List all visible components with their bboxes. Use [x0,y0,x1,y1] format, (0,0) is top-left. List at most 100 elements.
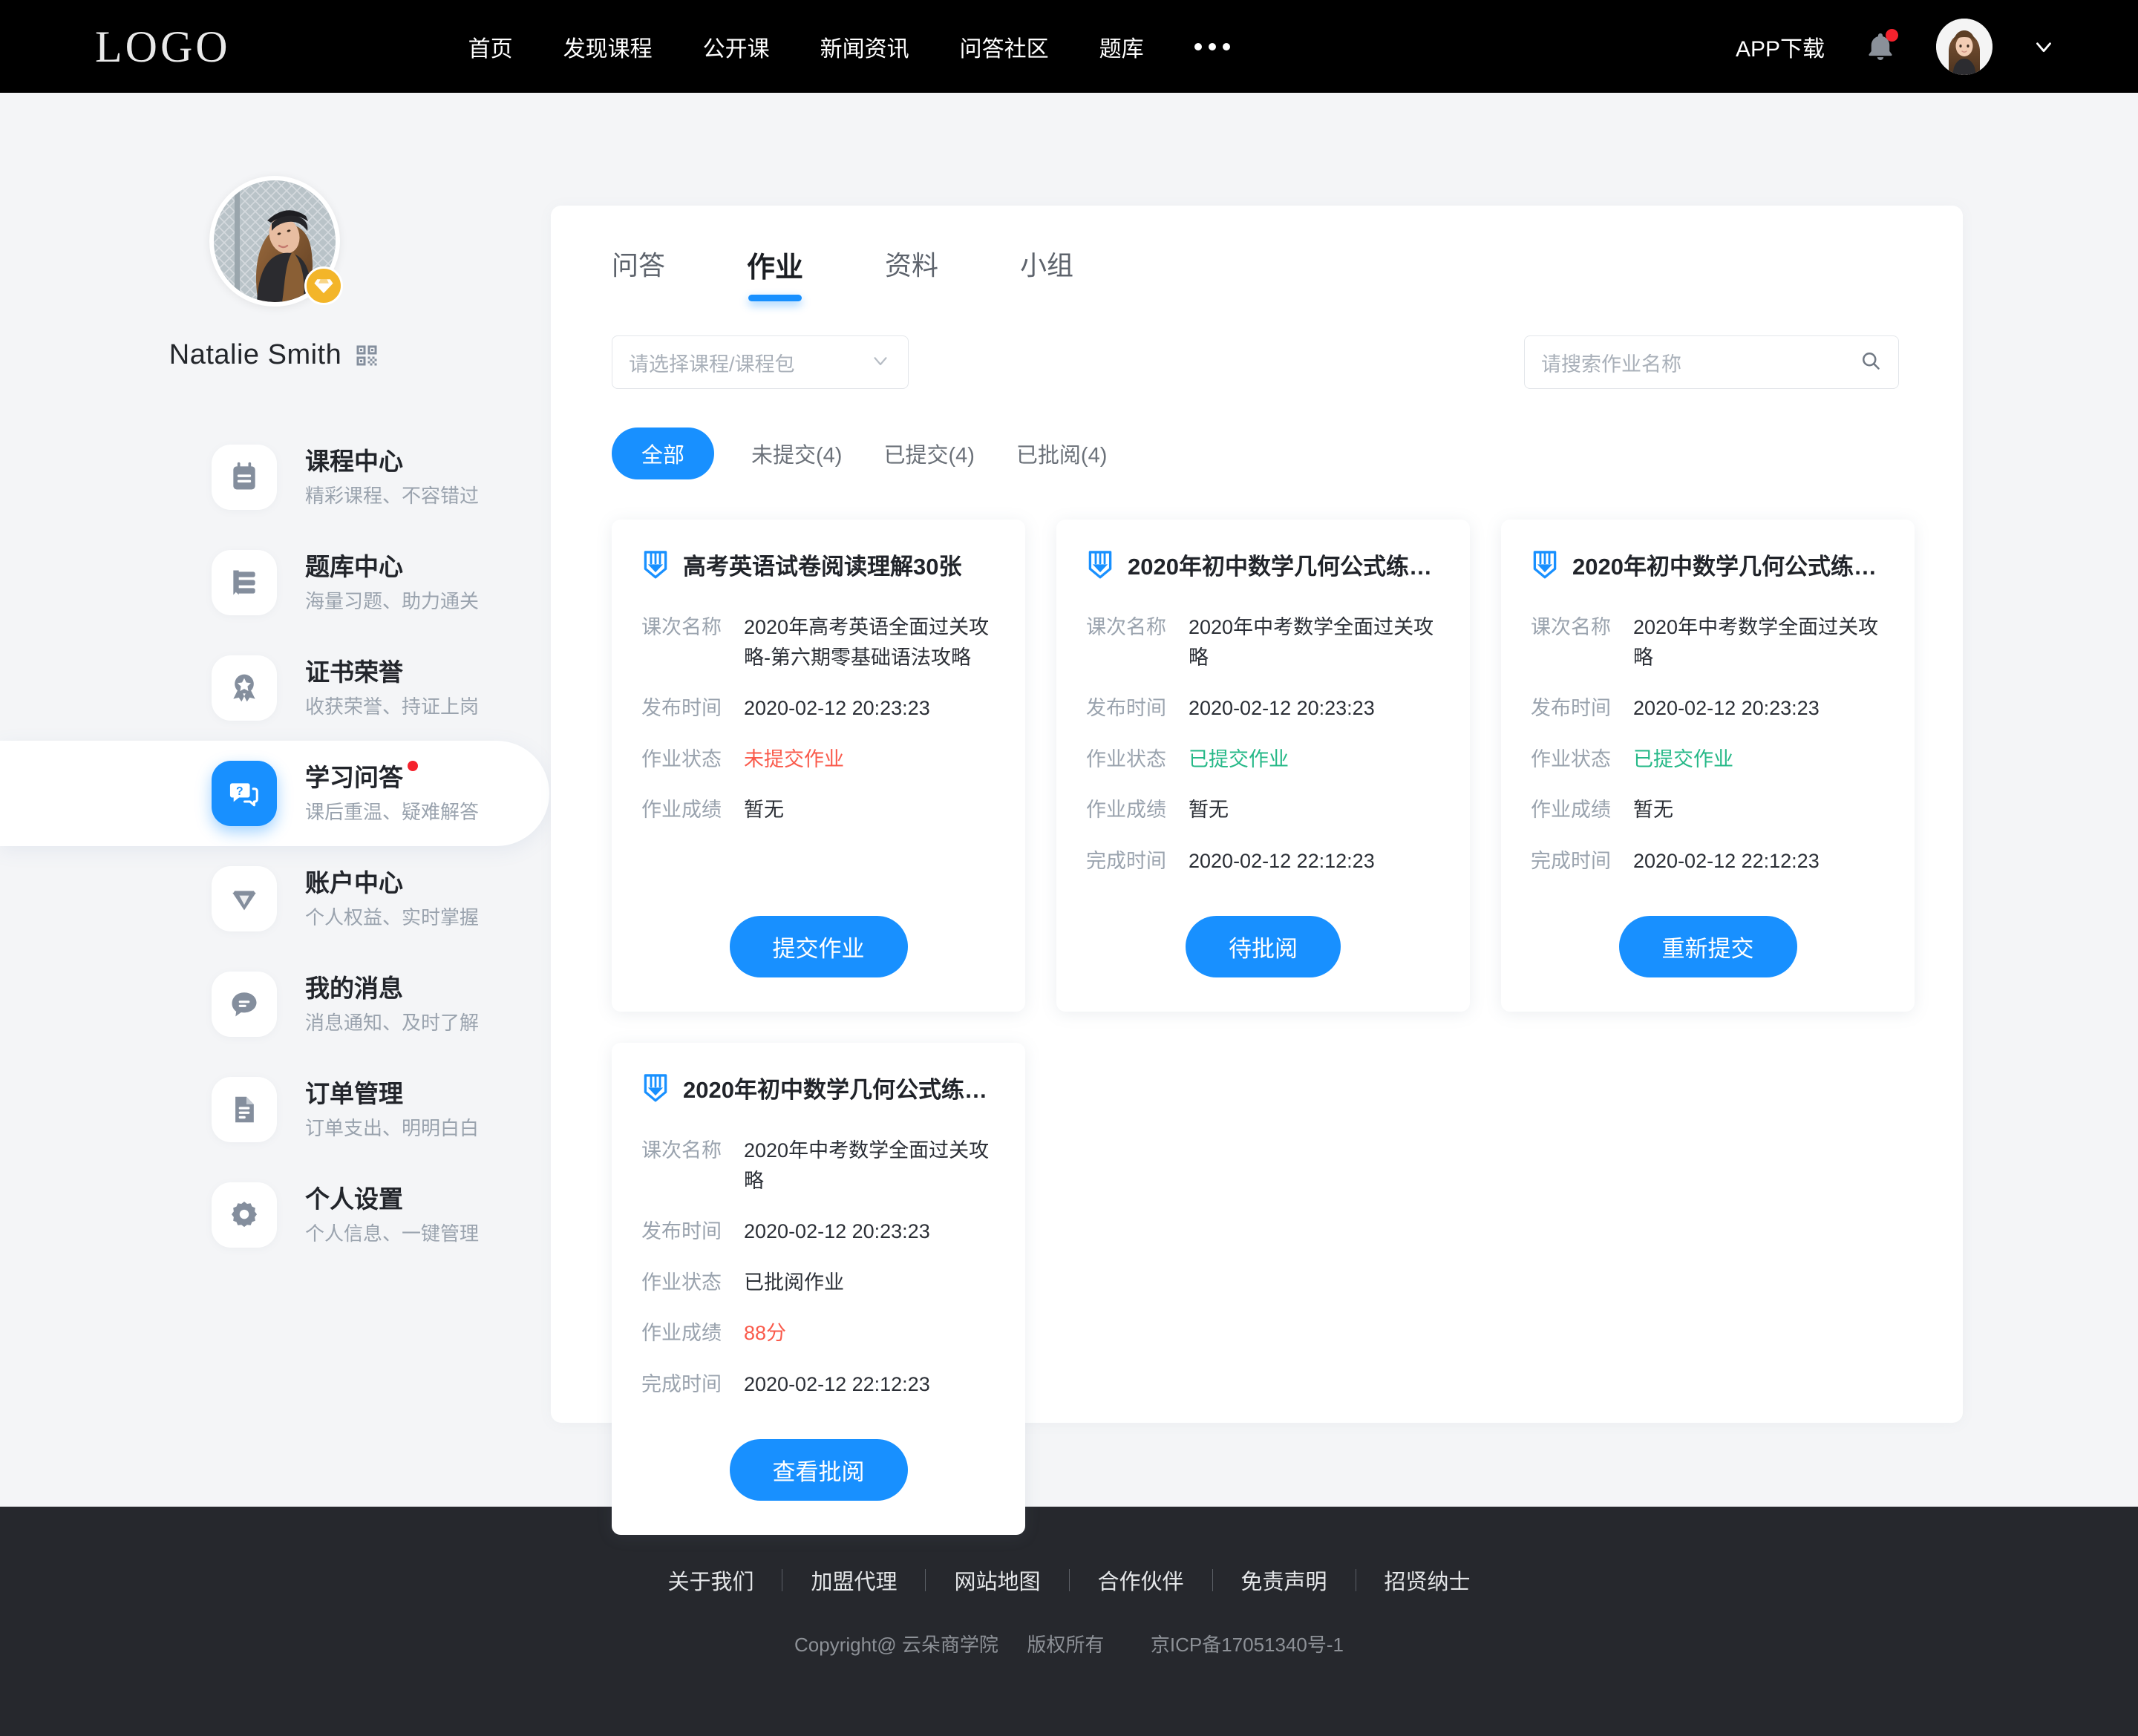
main-panel: 问答 作业 资料 小组 请选择课程/课程包 请搜索作业名称 全部 未提交(4) … [551,206,1963,1535]
sidebar-item-title: 订单管理 [305,1080,403,1108]
card-header: 高考英语试卷阅读理解30张 [641,548,996,581]
sidebar-item-title: 课程中心 [305,448,403,476]
filter-reviewed[interactable]: 已批阅(4) [1016,428,1107,479]
field-label: 作业成绩 [1531,799,1611,821]
filter-unsubmitted[interactable]: 未提交(4) [751,428,842,479]
field-finish-time: 完成时间 2020-02-12 22:12:23 [641,1369,996,1400]
homework-card-grid: 高考英语试卷阅读理解30张 课次名称 2020年高考英语全面过关攻略-第六期零基… [551,479,1961,1535]
field-label: 课次名称 [1531,616,1611,638]
icp-number[interactable]: 京ICP备17051340号-1 [1151,1634,1344,1656]
field-course-name: 课次名称 2020年中考数学全面过关攻略 [1086,612,1440,672]
course-select[interactable]: 请选择课程/课程包 [612,335,909,389]
tab-homework[interactable]: 作业 [747,244,803,301]
card-fields: 课次名称 2020年高考英语全面过关攻略-第六期零基础语法攻略 发布时间 202… [641,612,996,846]
sidebar-item-title: 题库中心 [305,553,403,581]
sidebar-menu: 课程中心 精彩课程、不容错过 题库中心 海量习题、助力通关 证书荣誉 收获荣誉、… [0,425,549,1268]
sidebar-item-text: 账户中心 个人权益、实时掌握 [305,868,479,930]
nav-item-courses[interactable]: 发现课程 [563,30,653,63]
tab-materials[interactable]: 资料 [885,244,938,299]
homework-card[interactable]: 高考英语试卷阅读理解30张 课次名称 2020年高考英语全面过关攻略-第六期零基… [612,520,1025,1012]
chat-bubble-icon [212,972,277,1037]
sidebar: Natalie Smith 课程中心 精彩课程、不容错过 题库中心 海量习题、助… [0,93,549,1268]
sidebar-item-subtitle: 精彩课程、不容错过 [305,485,480,508]
nav-item-community[interactable]: 问答社区 [960,30,1049,63]
sidebar-item-certificates[interactable]: 证书荣誉 收获荣誉、持证上岗 [0,635,549,741]
card-header: 2020年初中数学几何公式练习作... [1086,548,1440,581]
field-value: 2020-02-12 22:12:23 [1189,849,1375,872]
sidebar-item-order-management[interactable]: 订单管理 订单支出、明明白白 [0,1057,549,1162]
filter-all[interactable]: 全部 [612,428,715,479]
resubmit-button[interactable]: 重新提交 [1618,916,1797,977]
field-status: 作业状态 已提交作业 [1531,744,1885,775]
field-value: 暂无 [744,799,784,821]
search-input[interactable]: 请搜索作业名称 [1524,335,1899,389]
field-label: 作业状态 [1531,747,1611,770]
field-value: 2020年高考英语全面过关攻略-第六期零基础语法攻略 [744,616,990,669]
pending-review-button[interactable]: 待批阅 [1186,916,1341,977]
tab-groups[interactable]: 小组 [1020,244,1073,299]
footer-links: 关于我们 加盟代理 网站地图 合作伙伴 免责声明 招贤纳士 [667,1565,1471,1596]
field-value: 2020-02-12 20:23:23 [744,697,930,719]
bell-icon[interactable] [1863,28,1898,64]
view-review-button[interactable]: 查看批阅 [729,1439,908,1501]
field-label: 作业状态 [1086,747,1166,770]
footer-link-careers[interactable]: 招贤纳士 [1385,1565,1471,1596]
tab-qa[interactable]: 问答 [612,244,665,299]
sidebar-item-personal-settings[interactable]: 个人设置 个人信息、一键管理 [0,1162,549,1268]
sidebar-item-text: 个人设置 个人信息、一键管理 [305,1184,479,1246]
sidebar-item-text: 学习问答 课后重温、疑难解答 [305,761,479,825]
field-label: 发布时间 [641,1220,722,1242]
sidebar-item-subtitle: 海量习题、助力通关 [305,590,480,613]
sidebar-item-course-center[interactable]: 课程中心 精彩课程、不容错过 [0,425,549,530]
footer-link-about[interactable]: 关于我们 [667,1565,753,1596]
calendar-icon [212,445,277,510]
field-publish-time: 发布时间 2020-02-12 20:23:23 [1531,693,1885,724]
avatar[interactable] [1936,18,1992,75]
card-fields: 课次名称 2020年中考数学全面过关攻略 发布时间 2020-02-12 20:… [1086,612,1440,897]
nav-item-openclass[interactable]: 公开课 [703,30,770,63]
site-logo[interactable]: LOGO [95,24,231,69]
chevron-down-icon[interactable] [2031,34,2056,59]
sidebar-item-text: 订单管理 订单支出、明明白白 [305,1078,479,1141]
homework-card[interactable]: 2020年初中数学几何公式练习作... 课次名称 2020年中考数学全面过关攻略… [1501,520,1915,1012]
submit-homework-button[interactable]: 提交作业 [729,916,908,977]
footer-link-sitemap[interactable]: 网站地图 [954,1565,1040,1596]
divider [925,1569,926,1591]
sidebar-item-my-messages[interactable]: 我的消息 消息通知、及时了解 [0,951,549,1057]
nav-item-home[interactable]: 首页 [468,30,513,63]
app-download-link[interactable]: APP下载 [1736,30,1825,63]
field-value: 2020-02-12 20:23:23 [744,1220,930,1242]
sidebar-item-subtitle: 消息通知、及时了解 [305,1012,480,1035]
field-value: 2020-02-12 20:23:23 [1189,697,1375,719]
footer-link-partners[interactable]: 合作伙伴 [1098,1565,1184,1596]
sidebar-item-learning-qa[interactable]: ? 学习问答 课后重温、疑难解答 [0,741,549,846]
card-title: 2020年初中数学几何公式练习作... [1572,554,1885,580]
field-finish-time: 完成时间 2020-02-12 22:12:23 [1086,846,1440,877]
sidebar-item-subtitle: 个人信息、一键管理 [305,1222,480,1245]
field-course-name: 课次名称 2020年中考数学全面过关攻略 [1531,612,1885,672]
book-icon [641,549,670,580]
qr-code-icon[interactable] [353,342,380,369]
footer-link-disclaimer[interactable]: 免责声明 [1241,1565,1327,1596]
field-value: 暂无 [1633,799,1673,821]
nav-item-news[interactable]: 新闻资讯 [820,30,909,63]
ellipsis-icon[interactable] [1194,42,1230,50]
main-navigation: 首页 发现课程 公开课 新闻资讯 问答社区 题库 [468,30,1281,63]
search-icon[interactable] [1860,350,1882,376]
sidebar-item-account-center[interactable]: 账户中心 个人权益、实时掌握 [0,846,549,951]
status-badge: 未提交作业 [744,747,844,770]
sidebar-item-subtitle: 个人权益、实时掌握 [305,906,480,929]
copyright-line: Copyright@ 云朵商学院 版权所有 京ICP备17051340号-1 [794,1630,1344,1657]
status-badge: 已提交作业 [1189,747,1289,770]
footer-link-agency[interactable]: 加盟代理 [811,1565,897,1596]
sidebar-item-title: 个人设置 [305,1185,403,1213]
filter-submitted[interactable]: 已提交(4) [883,428,974,479]
field-label: 发布时间 [641,697,722,719]
diamond-icon [212,866,277,931]
header-right-area: APP下载 [1736,0,2056,93]
sidebar-item-question-bank-center[interactable]: 题库中心 海量习题、助力通关 [0,530,549,635]
homework-card[interactable]: 2020年初中数学几何公式练习作... 课次名称 2020年中考数学全面过关攻略… [1056,520,1470,1012]
field-status: 作业状态 已提交作业 [1086,744,1440,775]
homework-card[interactable]: 2020年初中数学几何公式练习作... 课次名称 2020年中考数学全面过关攻略… [612,1043,1025,1535]
nav-item-question-bank[interactable]: 题库 [1099,30,1144,63]
